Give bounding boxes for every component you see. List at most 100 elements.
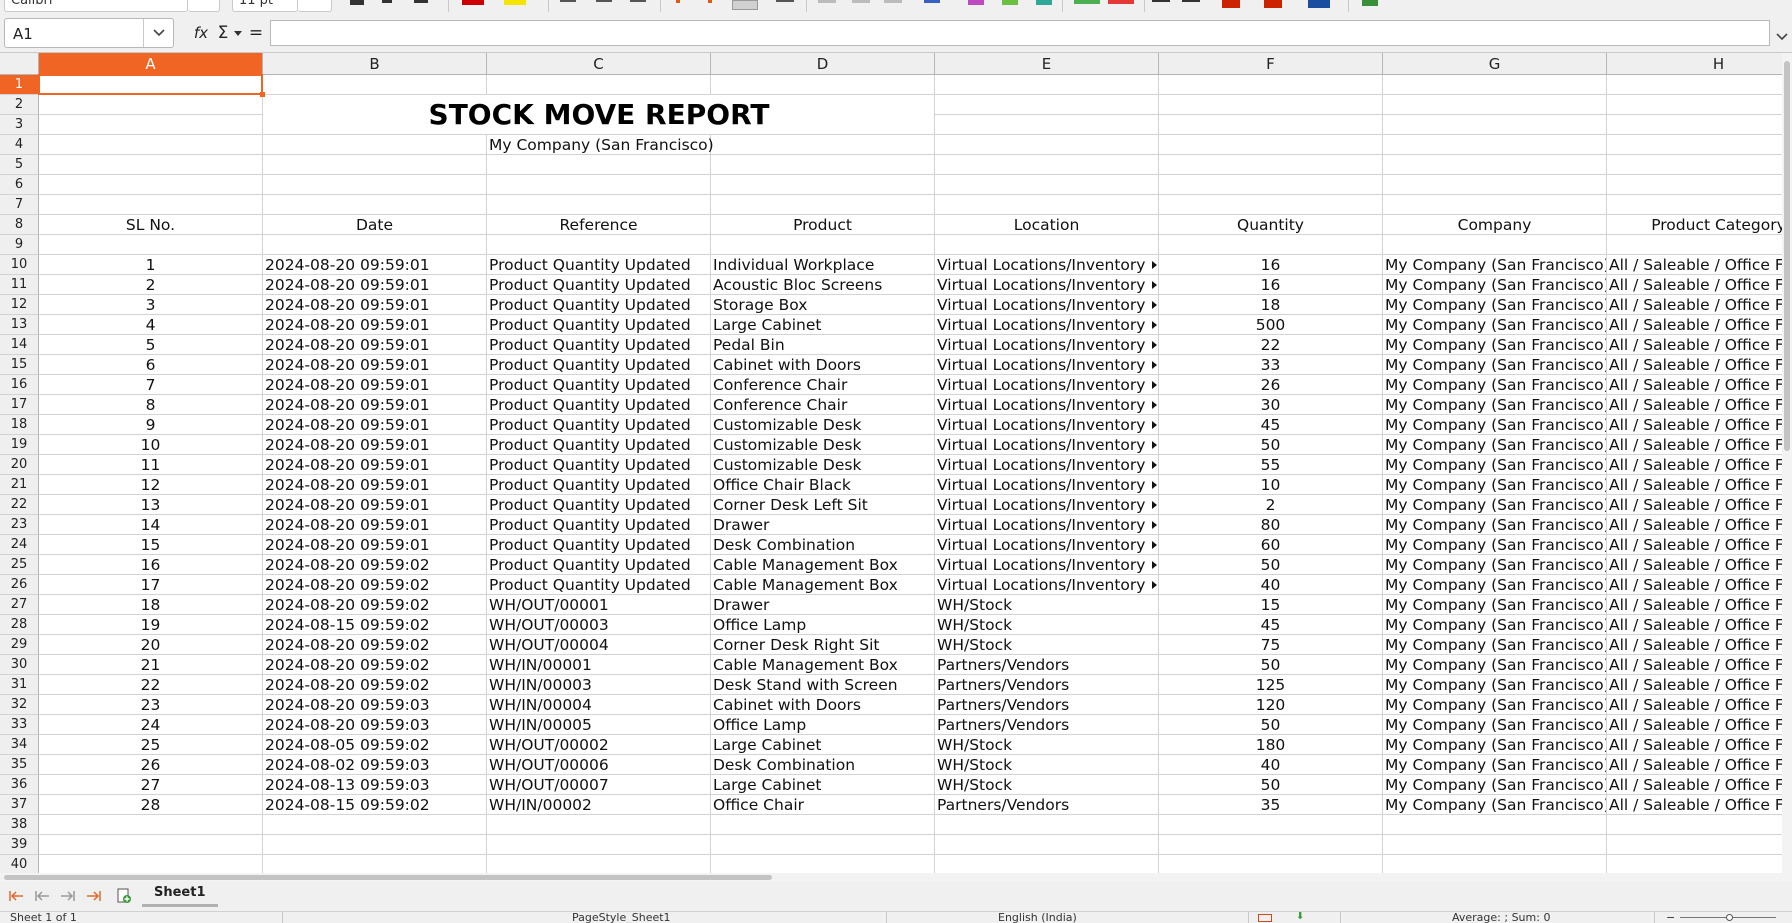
table-cell[interactable]: 180 bbox=[1159, 735, 1382, 755]
table-cell[interactable]: Virtual Locations/Inventory a bbox=[935, 455, 1151, 475]
conditional-format-icon[interactable] bbox=[1362, 0, 1378, 6]
function-wizard-button[interactable]: fx bbox=[188, 22, 214, 44]
row-header-39[interactable]: 39 bbox=[0, 835, 39, 855]
table-cell[interactable]: All / Saleable / Office F bbox=[1607, 795, 1782, 815]
table-cell[interactable]: WH/IN/00002 bbox=[487, 795, 710, 815]
table-cell[interactable]: Virtual Locations/Inventory a bbox=[935, 535, 1151, 555]
table-cell[interactable]: WH/Stock bbox=[935, 595, 1151, 615]
table-cell[interactable]: 17 bbox=[39, 575, 262, 595]
table-cell[interactable]: All / Saleable / Office F bbox=[1607, 755, 1782, 775]
table-cell[interactable]: Virtual Locations/Inventory a bbox=[935, 495, 1151, 515]
table-cell[interactable]: 22 bbox=[1159, 335, 1382, 355]
table-cell[interactable]: 2024-08-20 09:59:01 bbox=[263, 495, 486, 515]
table-cell[interactable]: Virtual Locations/Inventory a bbox=[935, 475, 1151, 495]
vertical-scrollbar[interactable] bbox=[1782, 53, 1792, 873]
table-cell[interactable]: Virtual Locations/Inventory a bbox=[935, 255, 1151, 275]
expand-formula-bar-button[interactable] bbox=[1776, 26, 1788, 45]
font-size-dropdown[interactable] bbox=[298, 0, 332, 12]
row-header-37[interactable]: 37 bbox=[0, 795, 39, 815]
row-header-19[interactable]: 19 bbox=[0, 435, 39, 455]
table-cell[interactable]: Virtual Locations/Inventory a bbox=[935, 295, 1151, 315]
table-cell[interactable]: Drawer bbox=[711, 595, 934, 615]
table-cell[interactable]: Cable Management Box bbox=[711, 575, 934, 595]
row-header-30[interactable]: 30 bbox=[0, 655, 39, 675]
row-header-27[interactable]: 27 bbox=[0, 595, 39, 615]
table-cell[interactable]: 9 bbox=[39, 415, 262, 435]
table-cell[interactable]: Conference Chair bbox=[711, 375, 934, 395]
table-cell[interactable]: My Company (San Francisco) bbox=[1383, 395, 1606, 415]
row-header-7[interactable]: 7 bbox=[0, 195, 39, 215]
table-cell[interactable]: 21 bbox=[39, 655, 262, 675]
row-header-16[interactable]: 16 bbox=[0, 375, 39, 395]
table-cell[interactable]: All / Saleable / Office F bbox=[1607, 295, 1782, 315]
table-cell[interactable]: 2024-08-20 09:59:01 bbox=[263, 515, 486, 535]
table-cell[interactable]: My Company (San Francisco) bbox=[1383, 735, 1606, 755]
table-cell[interactable]: 2024-08-20 09:59:01 bbox=[263, 455, 486, 475]
row-header-29[interactable]: 29 bbox=[0, 635, 39, 655]
style-accent2-icon[interactable] bbox=[1002, 0, 1018, 5]
table-cell[interactable]: WH/Stock bbox=[935, 735, 1151, 755]
table-cell[interactable]: Product Quantity Updated bbox=[487, 335, 710, 355]
table-cell[interactable]: WH/Stock bbox=[935, 775, 1151, 795]
table-cell[interactable]: 2024-08-20 09:59:01 bbox=[263, 375, 486, 395]
row-header-15[interactable]: 15 bbox=[0, 355, 39, 375]
table-cell[interactable]: 24 bbox=[39, 715, 262, 735]
table-cell[interactable]: All / Saleable / Office F bbox=[1607, 335, 1782, 355]
table-cell[interactable]: 75 bbox=[1159, 635, 1382, 655]
table-cell[interactable]: Storage Box bbox=[711, 295, 934, 315]
italic-icon[interactable] bbox=[382, 0, 392, 3]
table-cell[interactable]: All / Saleable / Office F bbox=[1607, 775, 1782, 795]
table-cell[interactable]: Product Quantity Updated bbox=[487, 255, 710, 275]
table-cell[interactable]: 2024-08-20 09:59:02 bbox=[263, 595, 486, 615]
table-cell[interactable]: Product Quantity Updated bbox=[487, 455, 710, 475]
table-cell[interactable]: 2024-08-20 09:59:01 bbox=[263, 535, 486, 555]
table-cell[interactable]: My Company (San Francisco) bbox=[1383, 755, 1606, 775]
table-cell[interactable]: Product Quantity Updated bbox=[487, 555, 710, 575]
table-cell[interactable]: 10 bbox=[1159, 475, 1382, 495]
table-cell[interactable]: 125 bbox=[1159, 675, 1382, 695]
table-cell[interactable]: All / Saleable / Office F bbox=[1607, 435, 1782, 455]
table-cell[interactable]: All / Saleable / Office F bbox=[1607, 255, 1782, 275]
add-decimal-icon[interactable] bbox=[1074, 0, 1100, 4]
table-cell[interactable]: 2024-08-20 09:59:02 bbox=[263, 635, 486, 655]
table-cell[interactable]: My Company (San Francisco) bbox=[1383, 335, 1606, 355]
formula-button[interactable]: = bbox=[246, 22, 266, 44]
table-cell[interactable]: Virtual Locations/Inventory a bbox=[935, 395, 1151, 415]
table-cell[interactable]: 26 bbox=[39, 755, 262, 775]
table-cell[interactable]: Virtual Locations/Inventory a bbox=[935, 575, 1151, 595]
table-cell[interactable]: WH/Stock bbox=[935, 755, 1151, 775]
table-cell[interactable]: 40 bbox=[1159, 755, 1382, 775]
table-cell[interactable]: Virtual Locations/Inventory a bbox=[935, 275, 1151, 295]
table-cell[interactable]: 2024-08-20 09:59:03 bbox=[263, 695, 486, 715]
table-cell[interactable]: Product Quantity Updated bbox=[487, 375, 710, 395]
horizontal-scrollbar[interactable] bbox=[0, 873, 1792, 881]
row-header-3[interactable]: 3 bbox=[0, 115, 39, 135]
table-cell[interactable]: 8 bbox=[39, 395, 262, 415]
table-cell[interactable]: 23 bbox=[39, 695, 262, 715]
table-cell[interactable]: WH/OUT/00002 bbox=[487, 735, 710, 755]
row-header-1[interactable]: 1 bbox=[0, 75, 39, 95]
table-cell[interactable]: All / Saleable / Office F bbox=[1607, 695, 1782, 715]
borders-icon[interactable] bbox=[1222, 0, 1240, 8]
table-cell[interactable]: 16 bbox=[39, 555, 262, 575]
sum-button[interactable]: Σ bbox=[212, 22, 234, 44]
table-cell[interactable]: My Company (San Francisco) bbox=[1383, 315, 1606, 335]
table-cell[interactable]: All / Saleable / Office F bbox=[1607, 575, 1782, 595]
table-cell[interactable]: 2024-08-02 09:59:03 bbox=[263, 755, 486, 775]
table-cell[interactable]: All / Saleable / Office F bbox=[1607, 355, 1782, 375]
column-title[interactable]: Quantity bbox=[1159, 215, 1382, 235]
table-cell[interactable]: All / Saleable / Office F bbox=[1607, 715, 1782, 735]
table-cell[interactable]: Desk Stand with Screen bbox=[711, 675, 934, 695]
table-cell[interactable]: Customizable Desk bbox=[711, 415, 934, 435]
table-cell[interactable]: 60 bbox=[1159, 535, 1382, 555]
name-box-dropdown[interactable] bbox=[143, 19, 173, 47]
table-cell[interactable]: My Company (San Francisco) bbox=[1383, 675, 1606, 695]
table-cell[interactable]: 2024-08-20 09:59:01 bbox=[263, 315, 486, 335]
table-cell[interactable]: 27 bbox=[39, 775, 262, 795]
table-cell[interactable]: Product Quantity Updated bbox=[487, 435, 710, 455]
table-cell[interactable]: My Company (San Francisco) bbox=[1383, 355, 1606, 375]
column-title[interactable]: Product bbox=[711, 215, 934, 235]
table-cell[interactable]: Desk Combination bbox=[711, 755, 934, 775]
previous-sheet-button[interactable] bbox=[32, 888, 52, 904]
table-cell[interactable]: Product Quantity Updated bbox=[487, 535, 710, 555]
